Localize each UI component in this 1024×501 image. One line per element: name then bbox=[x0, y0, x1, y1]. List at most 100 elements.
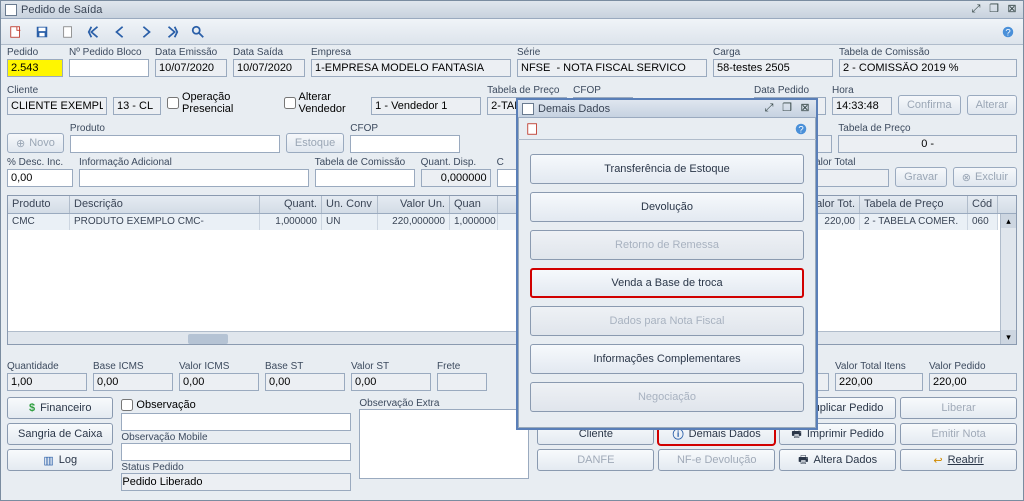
liberar-button[interactable]: Liberar bbox=[900, 397, 1017, 419]
altvend-label: Alterar Vendedor bbox=[299, 91, 366, 115]
vtit-input bbox=[835, 373, 923, 391]
dialog-close-icon[interactable]: ⊠ bbox=[798, 102, 812, 116]
log-button[interactable]: ▥Log bbox=[7, 449, 113, 471]
demais-dialog: Demais Dados ⤢ ❐ ⊠ ? Transferência de Es… bbox=[516, 98, 818, 430]
emitir-button[interactable]: Emitir Nota bbox=[900, 423, 1017, 445]
observ-check[interactable] bbox=[121, 399, 133, 411]
doc-icon[interactable] bbox=[57, 21, 79, 43]
venda-troca-button[interactable]: Venda a Base de troca bbox=[530, 268, 804, 298]
devolucao-button[interactable]: Devolução bbox=[530, 192, 804, 222]
pedido-input[interactable] bbox=[7, 59, 63, 77]
col-tabpre[interactable]: Tabela de Preço bbox=[860, 196, 968, 213]
confirma-button[interactable]: Confirma bbox=[898, 95, 961, 115]
novo-button[interactable]: ⊕ Novo bbox=[7, 133, 64, 153]
col-produto[interactable]: Produto bbox=[8, 196, 70, 213]
dialog-restore-icon[interactable]: ❐ bbox=[780, 102, 794, 116]
frete-label: Frete bbox=[437, 361, 487, 372]
items-grid[interactable]: Produto Descrição Quant. Un. Conv Valor … bbox=[7, 195, 1017, 345]
financeiro-button[interactable]: $Financeiro bbox=[7, 397, 113, 419]
dialog-max-icon[interactable]: ⤢ bbox=[762, 102, 776, 116]
save-icon[interactable] bbox=[31, 21, 53, 43]
tabprecoprod-input bbox=[838, 135, 1017, 153]
vicms-input bbox=[179, 373, 259, 391]
bicms-input bbox=[93, 373, 173, 391]
estoque-button[interactable]: Estoque bbox=[286, 133, 344, 153]
col-quant[interactable]: Quant. bbox=[260, 196, 322, 213]
cfop-input[interactable] bbox=[350, 135, 460, 153]
obsmob-label: Observação Mobile bbox=[121, 432, 207, 443]
tabpreco-label: Tabela de Preço bbox=[487, 85, 567, 96]
altvend-check[interactable] bbox=[284, 97, 296, 109]
table-row[interactable]: CMC PRODUTO EXEMPLO CMC- 1,000000 UN 220… bbox=[8, 214, 1016, 230]
restore-icon[interactable]: ❐ bbox=[987, 3, 1001, 17]
last-icon[interactable] bbox=[161, 21, 183, 43]
cliente-label: Cliente bbox=[7, 85, 107, 96]
serie-input bbox=[517, 59, 707, 77]
produto-input[interactable] bbox=[70, 135, 280, 153]
hora-label: Hora bbox=[832, 85, 892, 96]
vtit-label: Valor Total Itens bbox=[835, 361, 923, 372]
hscroll[interactable] bbox=[8, 331, 1000, 345]
status-label: Status Pedido bbox=[121, 462, 183, 473]
help-icon[interactable]: ? bbox=[997, 21, 1019, 43]
infoadic-input[interactable] bbox=[79, 169, 309, 187]
transfer-button[interactable]: Transferência de Estoque bbox=[530, 154, 804, 184]
excluir-button[interactable]: ⊗ Excluir bbox=[953, 167, 1017, 187]
obsextra-area[interactable] bbox=[359, 409, 529, 479]
tabcomprod-input[interactable] bbox=[315, 169, 415, 187]
oppres-label: Operação Presencial bbox=[182, 91, 266, 115]
alterar-button[interactable]: Alterar bbox=[967, 95, 1017, 115]
danfe-button[interactable]: DANFE bbox=[537, 449, 654, 471]
window-icon bbox=[5, 4, 17, 16]
first-icon[interactable] bbox=[83, 21, 105, 43]
col-unconv[interactable]: Un. Conv bbox=[322, 196, 378, 213]
vendedor-input bbox=[371, 97, 481, 115]
col-quan[interactable]: Quan bbox=[450, 196, 498, 213]
next-icon[interactable] bbox=[135, 21, 157, 43]
main-titlebar: Pedido de Saída ⤢ ❐ ⊠ bbox=[1, 1, 1023, 19]
emissao-label: Data Emissão bbox=[155, 47, 227, 58]
qtd-input bbox=[7, 373, 87, 391]
sangria-button[interactable]: Sangria de Caixa bbox=[7, 423, 113, 445]
serie-label: Série bbox=[517, 47, 707, 58]
vst-input bbox=[351, 373, 431, 391]
search-icon[interactable] bbox=[187, 21, 209, 43]
vscroll[interactable]: ▴▾ bbox=[1000, 214, 1016, 344]
bloco-input[interactable] bbox=[69, 59, 149, 77]
produto-label: Produto bbox=[70, 123, 280, 134]
pedido-label: Pedido bbox=[7, 47, 63, 58]
cfop-label: CFOP bbox=[350, 123, 460, 134]
close-icon[interactable]: ⊠ bbox=[1005, 3, 1019, 17]
reabrir-button[interactable]: ↩Reabrir bbox=[900, 449, 1017, 471]
vst-label: Valor ST bbox=[351, 361, 431, 372]
altera-button[interactable]: 🖶 Altera Dados bbox=[779, 449, 896, 471]
bst-label: Base ST bbox=[265, 361, 345, 372]
col-valun[interactable]: Valor Un. bbox=[378, 196, 450, 213]
dialog-new-icon[interactable] bbox=[522, 118, 544, 140]
oppres-check[interactable] bbox=[167, 97, 179, 109]
qtd-label: Quantidade bbox=[7, 361, 87, 372]
descinc-input[interactable] bbox=[7, 169, 73, 187]
dialog-title: Demais Dados bbox=[538, 103, 762, 115]
observ-label: Observação bbox=[136, 399, 195, 411]
gravar-button[interactable]: Gravar bbox=[895, 167, 947, 187]
quantdisp-input bbox=[421, 169, 491, 187]
quantdisp-label: Quant. Disp. bbox=[421, 157, 491, 168]
col-cod[interactable]: Cód bbox=[968, 196, 998, 213]
info-compl-button[interactable]: Informações Complementares bbox=[530, 344, 804, 374]
descinc-label: % Desc. Inc. bbox=[7, 157, 73, 168]
dialog-help-icon[interactable]: ? bbox=[790, 118, 812, 140]
status-input bbox=[121, 473, 351, 491]
observ-input[interactable] bbox=[121, 413, 351, 431]
vped-input bbox=[929, 373, 1017, 391]
tabcomprod-label: Tabela de Comissão bbox=[315, 157, 415, 168]
obsmob-input[interactable] bbox=[121, 443, 351, 461]
prev-icon[interactable] bbox=[109, 21, 131, 43]
new-icon[interactable] bbox=[5, 21, 27, 43]
col-desc[interactable]: Descrição bbox=[70, 196, 260, 213]
nfedev-button[interactable]: NF-e Devolução bbox=[658, 449, 775, 471]
infoadic-label: Informação Adicional bbox=[79, 157, 309, 168]
maximize-icon[interactable]: ⤢ bbox=[969, 3, 983, 17]
tabcom-input bbox=[839, 59, 1017, 77]
frete-input bbox=[437, 373, 487, 391]
